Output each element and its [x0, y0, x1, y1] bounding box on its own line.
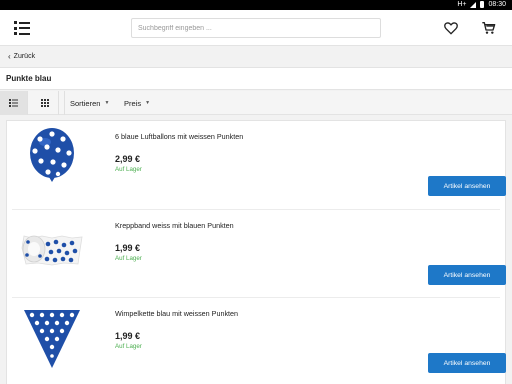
- heart-icon[interactable]: [443, 20, 459, 36]
- battery-icon: [480, 1, 485, 8]
- sort-label: Sortieren: [70, 98, 101, 108]
- stock-status: Auf Lager: [115, 166, 142, 173]
- app-header: [0, 10, 512, 46]
- product-price: 1,99 €: [115, 331, 141, 341]
- stock-status: Auf Lager: [115, 255, 142, 262]
- price-filter-label: Preis: [124, 98, 142, 108]
- stock-status: Auf Lager: [115, 343, 142, 350]
- network-type: H+: [457, 1, 467, 8]
- page-title: Punkte blau: [0, 68, 512, 90]
- product-name[interactable]: Wimpelkette blau mit weissen Punkten: [115, 309, 238, 318]
- product-item: Kreppband weiss mit blauen Punkten 1,99 …: [12, 209, 506, 297]
- product-item: 6 blaue Luftballons mit weissen Punkten …: [12, 121, 506, 209]
- listing-toolbar: Sortieren ▼ Preis ▼: [0, 91, 512, 115]
- product-price: 2,99 €: [115, 154, 141, 164]
- view-article-button[interactable]: Artikel ansehen: [428, 265, 506, 285]
- search-input[interactable]: [131, 18, 381, 38]
- status-time: 08:30: [488, 1, 506, 8]
- menu-icon[interactable]: [14, 21, 30, 35]
- product-list: 6 blaue Luftballons mit weissen Punkten …: [6, 120, 506, 384]
- chevron-down-icon: ▼: [104, 100, 110, 106]
- grid-view-button[interactable]: [31, 91, 59, 115]
- product-image-crepe-ribbon[interactable]: [20, 216, 84, 280]
- product-name[interactable]: Kreppband weiss mit blauen Punkten: [115, 221, 234, 230]
- product-image-balloon[interactable]: [20, 125, 84, 189]
- signal-icon: [470, 1, 477, 8]
- product-name[interactable]: 6 blaue Luftballons mit weissen Punkten: [115, 132, 243, 141]
- chevron-down-icon: ▼: [145, 100, 151, 106]
- list-view-button[interactable]: [0, 91, 28, 115]
- price-filter-dropdown[interactable]: Preis ▼: [119, 91, 155, 115]
- view-article-button[interactable]: Artikel ansehen: [428, 176, 506, 196]
- grid-view-icon: [40, 99, 49, 107]
- chevron-left-icon: ‹: [8, 52, 11, 61]
- product-item: Wimpelkette blau mit weissen Punkten 1,9…: [12, 297, 506, 384]
- view-article-button[interactable]: Artikel ansehen: [428, 353, 506, 373]
- back-label: Zurück: [13, 53, 36, 60]
- product-price: 1,99 €: [115, 243, 141, 253]
- status-bar: H+ 08:30: [0, 0, 512, 10]
- product-image-bunting[interactable]: [20, 306, 84, 370]
- back-button[interactable]: ‹ Zurück: [8, 52, 35, 61]
- cart-icon[interactable]: [481, 20, 497, 36]
- back-bar: ‹ Zurück: [0, 46, 512, 68]
- list-view-icon: [9, 99, 18, 107]
- sort-dropdown[interactable]: Sortieren ▼: [64, 91, 114, 115]
